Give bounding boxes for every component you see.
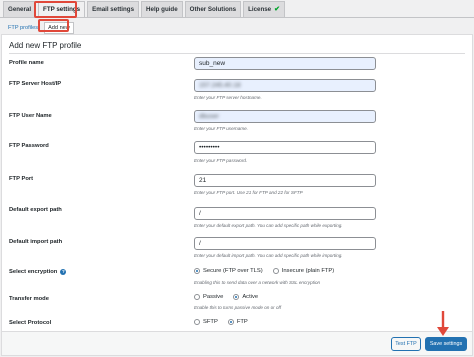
tab-label: License: [248, 6, 272, 13]
transfer-active-radio[interactable]: Active: [233, 294, 258, 300]
profile-name-input[interactable]: sub_new: [194, 57, 376, 70]
transfer-passive-radio[interactable]: Passive: [194, 294, 223, 300]
radio-unselected-icon: [194, 319, 200, 325]
ftp-port-input[interactable]: 21: [194, 174, 376, 187]
protocol-sftp-label: SFTP: [203, 319, 218, 325]
ftp-port-description: Enter your FTP port. Use 21 for FTP and …: [194, 190, 303, 195]
import-path-input[interactable]: /: [194, 237, 376, 250]
protocol-label: Select Protocol: [9, 320, 52, 326]
tab-label: General: [8, 6, 32, 13]
ftp-password-description: Enter your FTP password.: [194, 158, 248, 163]
tab-general[interactable]: General: [3, 1, 37, 17]
tab-email-settings[interactable]: Email settings: [87, 1, 140, 17]
section-divider: [9, 53, 465, 54]
radio-selected-icon: [233, 294, 240, 300]
protocol-ftp-label: FTP: [236, 319, 248, 325]
import-path-description: Enter your default import path. You can …: [194, 253, 343, 258]
encryption-label: Select encryption ?: [9, 269, 67, 275]
add-new-highlight: [38, 19, 69, 32]
ftp-user-label: FTP User Name: [9, 113, 52, 119]
ftp-user-description: Enter your FTP username.: [194, 126, 248, 131]
test-ftp-button[interactable]: Test FTP: [391, 337, 421, 351]
form-footer: Test FTP Save settings: [2, 331, 472, 355]
arrow-down-icon: [437, 311, 449, 336]
ftp-host-value: 157.245.40.18: [199, 82, 241, 89]
help-icon[interactable]: ?: [60, 269, 67, 275]
transfer-passive-label: Passive: [203, 294, 224, 300]
transfer-mode-options: Passive Active: [194, 294, 258, 300]
radio-unselected-icon: [272, 268, 279, 274]
export-path-input[interactable]: /: [194, 207, 376, 220]
transfer-active-label: Active: [242, 294, 259, 300]
encryption-options: Secure (FTP over TLS) Insecure (plain FT…: [194, 268, 334, 274]
protocol-ftp-radio[interactable]: FTP: [227, 319, 248, 325]
encryption-secure-label: Secure (FTP over TLS): [203, 268, 263, 274]
export-path-label: Default export path: [9, 207, 62, 213]
save-settings-button[interactable]: Save settings: [425, 337, 467, 351]
ftp-password-label: FTP Password: [9, 143, 49, 149]
encryption-secure-radio[interactable]: Secure (FTP over TLS): [194, 268, 263, 274]
ftp-password-input[interactable]: •••••••••: [194, 141, 376, 154]
profile-name-label: Profile name: [9, 60, 44, 66]
tab-license[interactable]: License ✔: [243, 1, 285, 17]
protocol-sftp-radio[interactable]: SFTP: [194, 319, 218, 325]
encryption-insecure-label: Insecure (plain FTP): [281, 268, 335, 274]
import-path-label: Default import path: [9, 239, 63, 245]
check-icon: ✔: [274, 6, 280, 13]
encryption-label-text: Select encryption: [9, 269, 58, 275]
tab-label: Email settings: [92, 6, 135, 13]
tab-help-guide[interactable]: Help guide: [141, 1, 183, 17]
encryption-description: Enabling this to send data over a networ…: [194, 280, 321, 285]
ftp-profiles-link[interactable]: FTP profiles: [8, 25, 38, 31]
radio-selected-icon: [227, 319, 234, 325]
ftp-port-label: FTP Port: [9, 176, 34, 182]
transfer-mode-label: Transfer mode: [9, 296, 49, 302]
tab-label: Other Solutions: [189, 6, 237, 13]
protocol-options: SFTP FTP: [194, 319, 248, 325]
transfer-mode-description: Enable this to turns passive mode on or …: [194, 305, 282, 310]
ftp-user-input[interactable]: dbuser: [194, 110, 376, 123]
radio-selected-icon: [194, 268, 200, 274]
tab-label: Help guide: [146, 6, 178, 13]
ftp-settings-tab-highlight: [34, 1, 77, 18]
ftp-host-description: Enter your FTP server hostname.: [194, 95, 262, 100]
radio-unselected-icon: [194, 294, 200, 300]
export-path-description: Enter your default export path. You can …: [194, 223, 343, 228]
ftp-host-label: FTP Server Host/IP: [9, 81, 62, 87]
encryption-insecure-radio[interactable]: Insecure (plain FTP): [272, 268, 335, 274]
section-title: Add new FTP profile: [9, 41, 82, 50]
ftp-host-input[interactable]: 157.245.40.18: [194, 79, 376, 92]
ftp-profile-form: Add new FTP profile Profile name sub_new…: [1, 34, 473, 356]
tab-other-solutions[interactable]: Other Solutions: [184, 1, 242, 17]
ftp-user-value: dbuser: [199, 113, 219, 120]
